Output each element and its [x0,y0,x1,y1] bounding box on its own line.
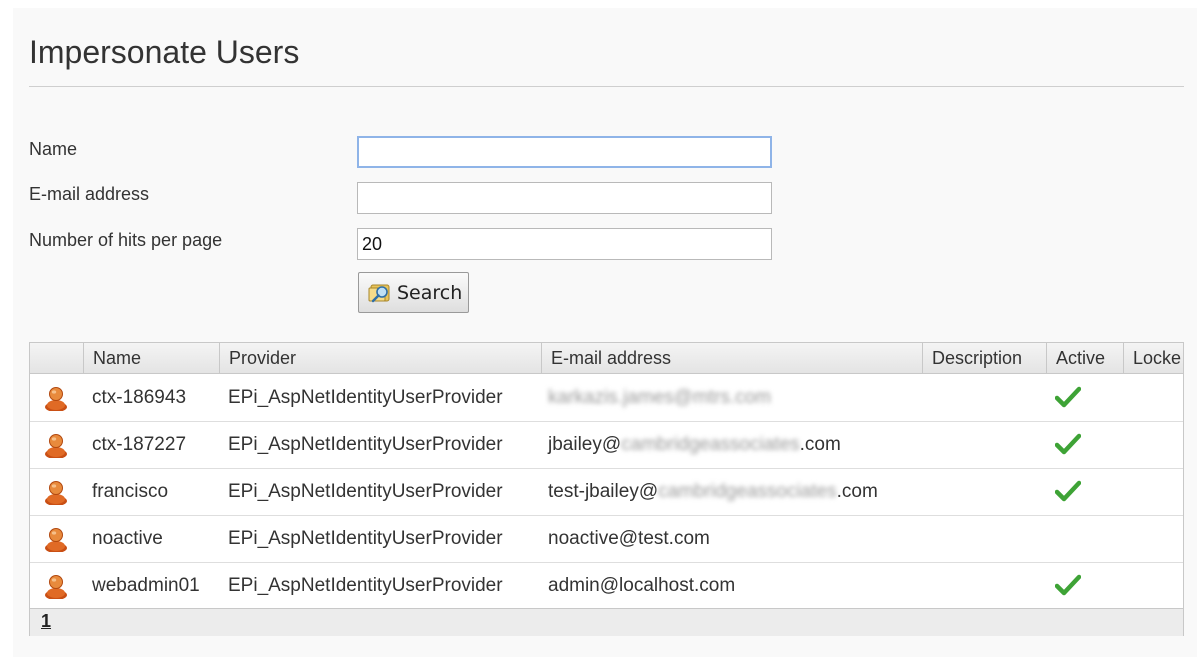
active-check-icon [1054,386,1082,408]
row-email-suffix: .com [836,481,878,502]
header-description[interactable]: Description [922,343,1046,373]
active-check-icon [1054,480,1082,502]
row-email-redacted: karkazis.james@mtrs.com [548,387,772,408]
row-provider: EPi_AspNetIdentityUserProvider [228,528,503,549]
hits-per-page-input[interactable] [357,228,772,260]
table-row[interactable]: ctx-186943 EPi_AspNetIdentityUserProvider… [30,374,1183,422]
active-check-icon [1054,433,1082,455]
row-email: admin@localhost.com [548,562,735,609]
page-title: Impersonate Users [29,34,300,70]
header-email[interactable]: E-mail address [541,343,922,373]
row-email-text: test-jbailey@ [548,481,659,502]
name-label: Name [29,139,78,159]
table-row[interactable]: webadmin01 EPi_AspNetIdentityUserProvider… [30,562,1183,610]
row-email-redacted: cambridgeassociates [621,434,800,455]
row-provider: EPi_AspNetIdentityUserProvider [228,481,503,502]
row-email-suffix: .com [799,434,841,455]
row-email: noactive@test.com [548,515,710,562]
row-email-text: noactive@test.com [548,528,710,549]
row-name: webadmin01 [92,575,200,596]
email-input[interactable] [357,182,772,214]
header-provider[interactable]: Provider [219,343,541,373]
row-name: francisco [92,481,169,502]
table-header: Name Provider E-mail address Description… [30,343,1183,374]
row-name: ctx-186943 [92,387,187,408]
row-provider: EPi_AspNetIdentityUserProvider [228,575,503,596]
pager-page-link[interactable]: 1 [41,611,51,632]
users-table: Name Provider E-mail address Description… [29,342,1184,636]
user-icon [44,573,68,600]
row-email: jbailey@cambridgeassociates.com [548,421,841,468]
row-name: noactive [92,528,163,549]
row-name: ctx-187227 [92,434,187,455]
row-email-text: jbailey@ [548,434,622,455]
table-row[interactable]: francisco EPi_AspNetIdentityUserProvider t… [30,468,1183,516]
table-row[interactable]: ctx-187227 EPi_AspNetIdentityUserProvider… [30,421,1183,469]
header-active[interactable]: Active [1046,343,1123,373]
search-icon [367,281,393,305]
row-email-redacted: cambridgeassociates [658,481,837,502]
email-label: E-mail address [29,184,150,204]
search-button[interactable]: Search [358,272,469,313]
header-icon-column [30,343,83,373]
table-pager: 1 [30,608,1183,636]
row-provider: EPi_AspNetIdentityUserProvider [228,434,503,455]
header-name[interactable]: Name [83,343,219,373]
user-icon [44,526,68,553]
row-email: test-jbailey@cambridgeassociates.com [548,468,878,515]
row-provider: EPi_AspNetIdentityUserProvider [228,387,503,408]
hits-per-page-label: Number of hits per page [29,230,223,250]
user-icon [44,385,68,412]
row-email: karkazis.james@mtrs.com [548,374,771,421]
search-button-label: Search [397,281,463,304]
header-locked[interactable]: Locke [1123,343,1183,373]
user-icon [44,479,68,506]
user-icon [44,432,68,459]
active-check-icon [1054,574,1082,596]
name-input[interactable] [357,136,772,168]
title-divider [29,86,1184,87]
row-email-text: admin@localhost.com [548,575,736,596]
table-row[interactable]: noactive EPi_AspNetIdentityUserProvider no… [30,515,1183,563]
